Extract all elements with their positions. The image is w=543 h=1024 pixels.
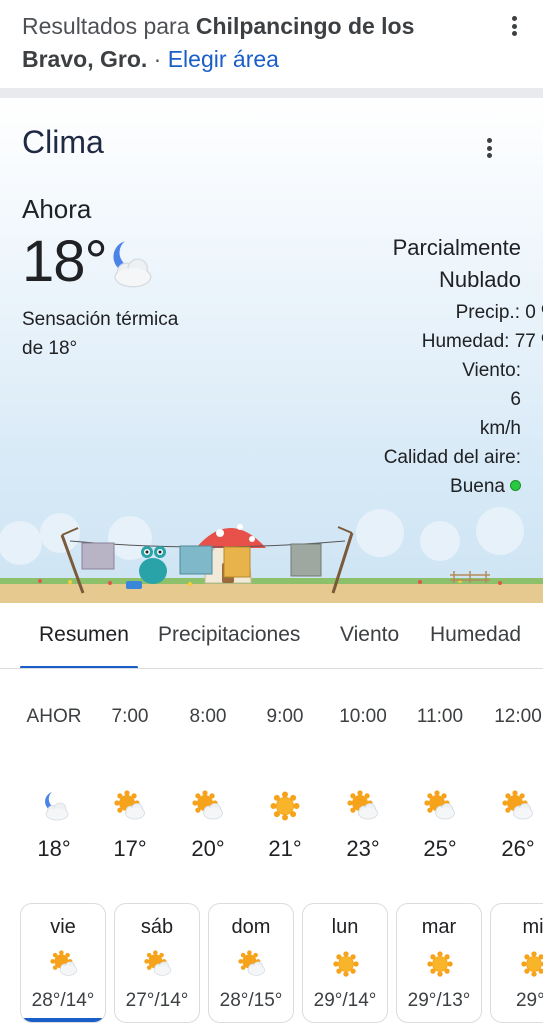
sun-icon bbox=[426, 950, 454, 978]
hour-temp: 23° bbox=[346, 836, 380, 861]
sun-cloud-icon bbox=[144, 950, 172, 978]
day-card[interactable]: dom 28°/15° bbox=[208, 903, 294, 1023]
sun-cloud-icon bbox=[347, 790, 379, 822]
results-prefix: Resultados para bbox=[22, 13, 196, 39]
day-card[interactable]: lun 29°/14° bbox=[302, 903, 388, 1023]
sun-cloud-icon bbox=[238, 950, 266, 978]
tab-humedad[interactable]: Humedad bbox=[430, 623, 521, 647]
day-temps: 28°/14° bbox=[31, 990, 95, 1011]
sun-icon bbox=[332, 950, 360, 978]
header-more-options-icon[interactable] bbox=[503, 12, 525, 40]
day-temps: 29°/13° bbox=[407, 990, 471, 1011]
moon-cloud-icon bbox=[38, 790, 70, 822]
sun-cloud-icon bbox=[50, 950, 78, 978]
tab-resumen[interactable]: Resumen bbox=[39, 623, 129, 647]
hour-temp: 18° bbox=[37, 836, 71, 861]
day-name: dom bbox=[231, 916, 271, 938]
hour-temp: 20° bbox=[191, 836, 225, 861]
hour-time: 8:00 bbox=[189, 706, 227, 727]
air-quality-value: Buena bbox=[450, 476, 505, 497]
weather-illustration bbox=[0, 507, 543, 603]
wind-value: 6 bbox=[510, 389, 521, 410]
condition: Parcialmente Nublado bbox=[321, 232, 521, 296]
feels-like: Sensación térmica de 18° bbox=[22, 305, 222, 363]
sun-icon bbox=[520, 950, 543, 978]
precipitation: Precip.: 0 % bbox=[455, 302, 543, 323]
condition-line2: Nublado bbox=[439, 267, 521, 292]
hour-temp: 17° bbox=[113, 836, 147, 861]
hour-time: 10:00 bbox=[339, 706, 387, 727]
day-name: mar bbox=[421, 916, 457, 938]
day-card[interactable]: mar 29°/13° bbox=[396, 903, 482, 1023]
daily-forecast: vie 28°/14° sáb 27°/14° dom 28°/15° lun … bbox=[0, 900, 543, 1024]
hour-time: 7:00 bbox=[111, 706, 149, 727]
condition-line1: Parcialmente bbox=[392, 235, 521, 260]
day-card[interactable]: mi 29°/ bbox=[490, 903, 543, 1023]
day-temps: 29°/ bbox=[515, 990, 543, 1011]
sun-cloud-icon bbox=[114, 790, 146, 822]
hour-time: AHOR bbox=[26, 706, 82, 727]
hour-temp: 25° bbox=[423, 836, 457, 861]
sun-cloud-icon bbox=[192, 790, 224, 822]
hour-time: 11:00 bbox=[416, 706, 464, 727]
hour-time: 12:00 bbox=[494, 706, 542, 727]
card-more-options-icon[interactable] bbox=[478, 134, 500, 162]
day-name: lun bbox=[331, 916, 359, 938]
now-label: Ahora bbox=[22, 194, 92, 224]
results-separator: · bbox=[147, 46, 168, 72]
day-card[interactable]: sáb 27°/14° bbox=[114, 903, 200, 1023]
day-temps: 29°/14° bbox=[313, 990, 377, 1011]
wind-label: Viento: bbox=[462, 360, 521, 381]
results-header: Resultados para Chilpancingo de los Brav… bbox=[0, 0, 543, 88]
day-temps: 28°/15° bbox=[219, 990, 283, 1011]
card-title: Clima bbox=[22, 124, 104, 160]
change-area-link[interactable]: Elegir área bbox=[168, 46, 279, 72]
weather-tabs: Resumen Precipitaciones Viento Humedad bbox=[0, 603, 543, 669]
humidity: Humedad: 77 % bbox=[421, 331, 543, 352]
hour-temp: 26° bbox=[501, 836, 535, 861]
day-card[interactable]: vie 28°/14° bbox=[20, 903, 106, 1023]
day-name: mi bbox=[522, 916, 543, 938]
day-name: vie bbox=[50, 916, 76, 938]
feels-like-value: de 18° bbox=[22, 338, 78, 359]
wind-unit: km/h bbox=[479, 418, 521, 439]
sun-icon bbox=[269, 790, 301, 822]
day-temps: 27°/14° bbox=[125, 990, 189, 1011]
active-tab-indicator bbox=[20, 666, 138, 668]
tab-viento[interactable]: Viento bbox=[340, 623, 399, 647]
tab-precipitaciones[interactable]: Precipitaciones bbox=[158, 623, 300, 647]
section-divider bbox=[0, 88, 543, 98]
air-quality-dot-icon bbox=[510, 480, 521, 491]
results-text: Resultados para Chilpancingo de los Brav… bbox=[22, 10, 492, 76]
hour-time: 9:00 bbox=[266, 706, 304, 727]
weather-details: Precip.: 0 % Humedad: 77 % Viento: 6 km/… bbox=[343, 298, 543, 501]
feels-like-label: Sensación térmica bbox=[22, 309, 179, 330]
air-quality-label: Calidad del aire: bbox=[383, 447, 521, 468]
moon-cloud-icon bbox=[102, 238, 154, 290]
hour-temp: 21° bbox=[268, 836, 302, 861]
current-temperature: 18° bbox=[22, 229, 108, 294]
hourly-forecast: AHOR 18° 7:00 17° 8:00 20° 9:00 21° 10:0… bbox=[0, 670, 543, 880]
weather-card: Clima Ahora 18° Sensación térmica de 18°… bbox=[0, 98, 543, 603]
sun-cloud-icon bbox=[424, 790, 456, 822]
sun-cloud-icon bbox=[502, 790, 534, 822]
day-name: sáb bbox=[140, 916, 174, 938]
